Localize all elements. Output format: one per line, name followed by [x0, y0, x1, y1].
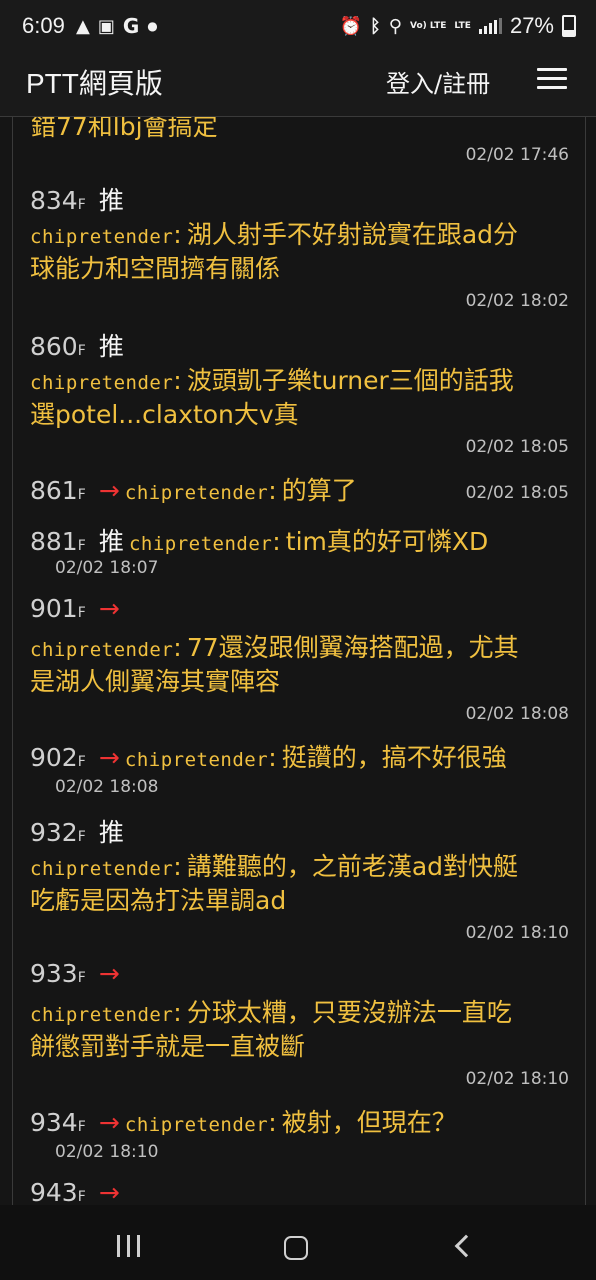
comment-message: 吃虧是因為打法單調ad	[30, 886, 287, 915]
comment-user[interactable]: chipretender	[125, 749, 268, 771]
comment-time: 02/02 18:10	[465, 923, 569, 943]
comment-message: 挺讚的，搞不好很強	[281, 743, 507, 772]
battery-icon	[562, 15, 576, 37]
app-title[interactable]: PTT網頁版	[26, 62, 163, 102]
floor-number: 932F	[30, 818, 86, 847]
comment-message: 講難聽的，之前老漢ad對快艇	[186, 852, 519, 881]
comment-message: 分球太糟，只要沒辦法一直吃	[186, 998, 512, 1027]
floor-number: 901F	[30, 594, 86, 623]
floor-number: 881F	[30, 527, 86, 556]
arrow-tag: →	[98, 959, 120, 988]
comment-time: 02/02 17:46	[465, 145, 569, 165]
floor-number: 860F	[30, 332, 86, 361]
comment-message: 球能力和空間擠有關係	[30, 254, 281, 283]
comment-message: 的算了	[281, 476, 357, 505]
arrow-tag: →	[98, 743, 120, 772]
comment-time: 02/02 18:10	[55, 1142, 159, 1162]
comment-message: 是湖人側翼海其實陣容	[30, 667, 281, 696]
app-bar: PTT網頁版 登入/註冊	[0, 42, 596, 117]
status-time: 6:09	[22, 13, 65, 38]
floor-number: 933F	[30, 959, 86, 988]
push-tag: 推	[98, 527, 124, 556]
floor-number: 934F	[30, 1108, 86, 1137]
dot-icon: ●	[147, 19, 158, 33]
arrow-tag: →	[98, 1108, 120, 1137]
comment-message: 波頭凱子樂turner三個的話我	[186, 366, 514, 395]
home-icon[interactable]	[284, 1236, 308, 1260]
battery-percent: 27%	[509, 13, 554, 38]
comment-time: 02/02 18:07	[55, 558, 159, 578]
push-tag: 推	[98, 818, 124, 847]
comment-message: tim真的好可憐XD	[285, 527, 489, 556]
google-icon: G	[122, 14, 140, 38]
push-tag: 推	[98, 186, 124, 215]
comment-time: 02/02 18:05	[465, 483, 569, 503]
arrow-tag: →	[98, 594, 120, 623]
navigation-icon: ▲	[76, 15, 90, 37]
arrow-tag: →	[98, 1178, 120, 1205]
lte-icon: LTE	[454, 20, 471, 31]
comment-message: 錯77和lbj會搞定	[31, 117, 218, 141]
bluetooth-icon: ᛒ	[369, 15, 381, 37]
system-nav-bar	[0, 1205, 596, 1280]
back-icon[interactable]	[454, 1234, 478, 1258]
comment-message: 77還沒跟側翼海搭配過，尤其	[186, 633, 519, 662]
comment-user[interactable]: chipretender	[30, 226, 173, 248]
comment-time: 02/02 18:08	[55, 777, 159, 797]
hamburger-menu-icon[interactable]	[537, 68, 567, 90]
comment-message: 湖人射手不好射說實在跟ad分	[186, 220, 519, 249]
comment-user[interactable]: chipretender	[30, 372, 173, 394]
comment-user[interactable]: chipretender	[125, 482, 268, 504]
image-icon: ▣	[97, 15, 115, 37]
alarm-icon: ⏰	[339, 15, 362, 37]
comment-time: 02/02 18:05	[465, 437, 569, 457]
floor-number: 834F	[30, 186, 86, 215]
comment-message: 選potel...claxton大v真	[30, 400, 299, 429]
floor-number: 861F	[30, 476, 86, 505]
comment-time: 02/02 18:08	[465, 704, 569, 724]
recents-icon[interactable]	[117, 1235, 140, 1257]
comment-time: 02/02 18:10	[465, 1069, 569, 1089]
login-register-link[interactable]: 登入/註冊	[386, 64, 490, 99]
comment-user[interactable]: chipretender	[30, 1004, 173, 1026]
floor-number: 943F	[30, 1178, 86, 1205]
comment-list[interactable]: 錯77和lbj會搞定 02/02 17:46 834F 推 chipretend…	[12, 117, 586, 1205]
comment-user[interactable]: chipretender	[30, 858, 173, 880]
comment-message: 餅懲罰對手就是一直被斷	[30, 1032, 306, 1061]
comment-user[interactable]: chipretender	[30, 639, 173, 661]
comment-user[interactable]: chipretender	[129, 533, 272, 555]
comment-message: 被射，但現在？	[281, 1108, 457, 1137]
volte-icon: Vo) LTE	[409, 20, 447, 31]
arrow-tag: →	[98, 476, 120, 505]
comment-time: 02/02 18:02	[465, 291, 569, 311]
push-tag: 推	[98, 332, 124, 361]
location-icon: ⚲	[388, 15, 402, 37]
comment-user[interactable]: chipretender	[125, 1114, 268, 1136]
floor-number: 902F	[30, 743, 86, 772]
signal-icon	[478, 18, 502, 34]
